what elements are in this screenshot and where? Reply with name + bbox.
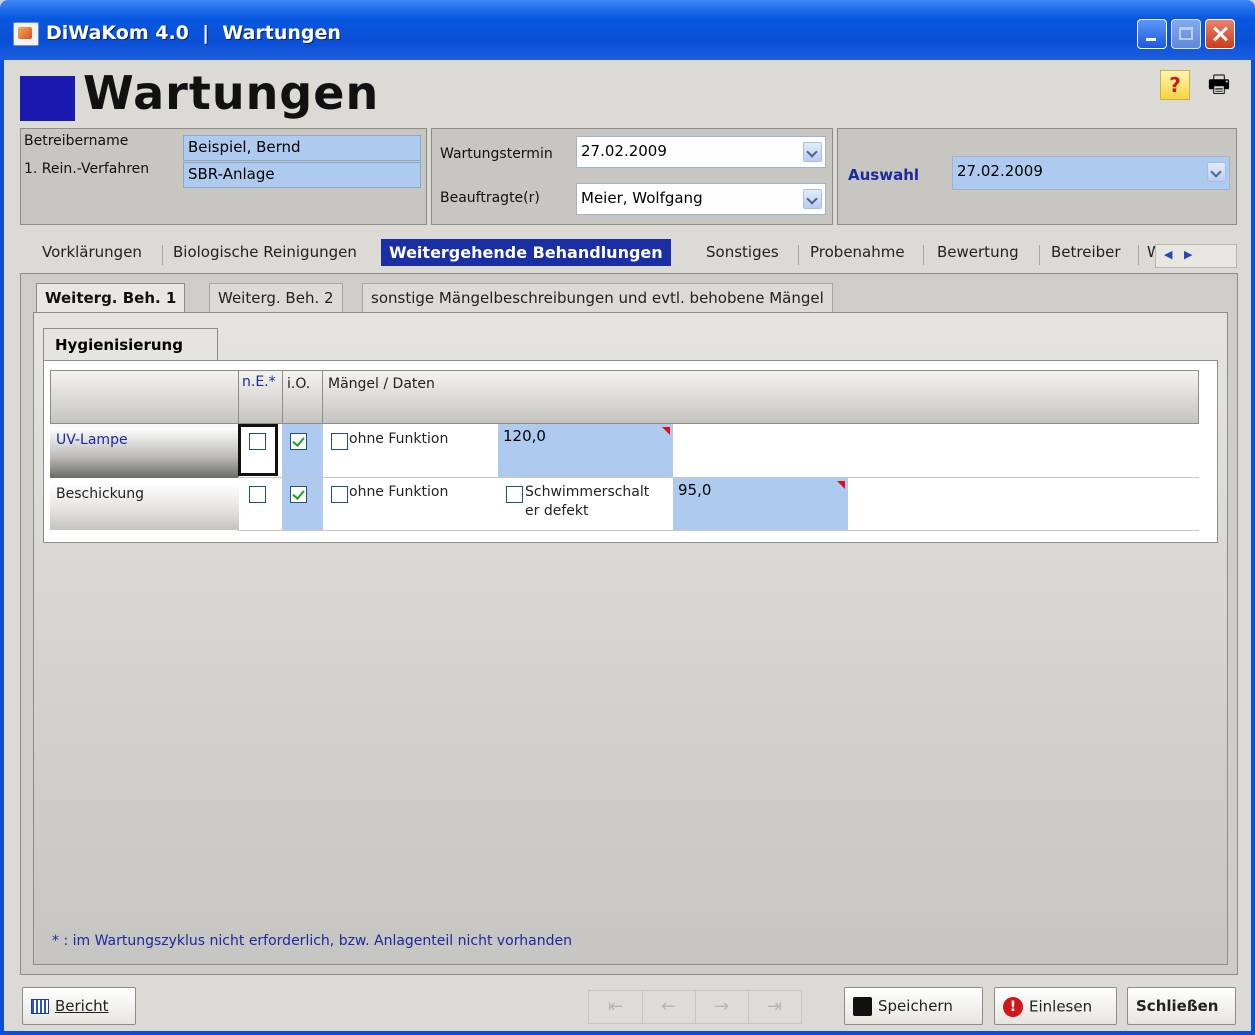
last-record-icon[interactable]: ⇥ <box>748 991 801 1023</box>
comment-marker-icon <box>837 481 845 489</box>
beschickung-no-function-checkbox[interactable] <box>331 486 348 503</box>
help-icon[interactable]: ? <box>1160 70 1190 100</box>
grid-header-io: i.O. <box>282 370 323 424</box>
uv-lampe-value: 120,0 <box>503 427 546 445</box>
maintenance-date-label: Wartungstermin <box>440 146 553 162</box>
chevron-down-icon[interactable] <box>1207 162 1226 182</box>
beschickung-value-field[interactable]: 95,0 <box>673 478 848 530</box>
selection-value: 27.02.2009 <box>957 162 1043 180</box>
uv-lampe-value-field[interactable]: 120,0 <box>498 424 673 478</box>
title-bar[interactable]: DiWaKom 4.0 | Wartungen <box>0 0 1255 60</box>
grid-header-defects: Mängel / Daten <box>322 370 1199 424</box>
report-button[interactable]: Bericht <box>22 987 136 1025</box>
app-icon <box>13 22 39 46</box>
uv-lampe-ne-checkbox[interactable] <box>249 433 266 450</box>
beschickung-no-function-label: ohne Funktion <box>349 484 449 500</box>
tab-probenahme[interactable]: Probenahme <box>810 243 905 261</box>
report-button-label: Bericht <box>55 997 109 1015</box>
page-title: Wartungen <box>83 66 380 120</box>
assignee-combo[interactable]: Meier, Wolfgang <box>576 183 826 215</box>
beschickung-float-switch-label-2: er defekt <box>525 503 589 519</box>
maintenance-date-value: 27.02.2009 <box>581 142 667 160</box>
maximize-button[interactable] <box>1171 19 1201 49</box>
next-record-icon[interactable]: → <box>695 991 749 1023</box>
chevron-down-icon[interactable] <box>803 142 822 162</box>
grid-header-defects-text: Mängel / Daten <box>328 376 435 392</box>
comment-marker-icon <box>662 427 670 435</box>
beschickung-float-switch-checkbox[interactable] <box>506 486 523 503</box>
assignee-value: Meier, Wolfgang <box>581 189 703 207</box>
uv-lampe-no-function-label: ohne Funktion <box>349 431 449 447</box>
row-divider <box>238 530 1199 531</box>
record-navigation: ⇤ ← → ⇥ <box>588 990 802 1024</box>
previous-record-icon[interactable]: ← <box>642 991 696 1023</box>
tab-biologische-reinigungen[interactable]: Biologische Reinigungen <box>173 243 357 261</box>
chevron-down-icon[interactable] <box>803 189 822 209</box>
grid-header-label-column <box>50 370 239 424</box>
selection-label: Auswahl <box>848 166 920 184</box>
close-button[interactable]: Schließen <box>1127 987 1236 1025</box>
tab-vorklaerungen[interactable]: Vorklärungen <box>42 243 142 261</box>
grid-row-beschickung-label[interactable]: Beschickung <box>50 478 239 530</box>
load-button[interactable]: ! Einlesen <box>994 987 1117 1025</box>
application-window: DiWaKom 4.0 | Wartungen Wartungen ? 🖶 Be… <box>0 0 1255 1035</box>
process-label: 1. Rein.-Verfahren <box>24 161 150 177</box>
floppy-disk-icon <box>853 997 872 1016</box>
printer-icon[interactable]: 🖶 <box>1203 68 1235 100</box>
beschickung-io-checkbox[interactable] <box>290 486 307 503</box>
subtab-weiterg-beh-1[interactable]: Weiterg. Beh. 1 <box>36 283 186 315</box>
tab-separator <box>1039 245 1040 265</box>
beschickung-float-switch-label-1: Schwimmerschalt <box>525 484 650 500</box>
grid-header-ne: n.E.* <box>238 370 283 424</box>
selection-combo[interactable]: 27.02.2009 <box>952 156 1230 190</box>
beschickung-ne-checkbox[interactable] <box>249 486 266 503</box>
save-button[interactable]: Speichern <box>844 987 983 1025</box>
scroll-right-icon[interactable]: ▶ <box>1184 248 1192 261</box>
tab-scroll-arrows: ◀ ▶ <box>1155 244 1237 268</box>
main-tab-strip: Vorklärungen Biologische Reinigungen Wei… <box>20 235 1238 275</box>
header-color-block <box>20 76 75 121</box>
report-icon <box>31 999 49 1014</box>
scroll-left-icon[interactable]: ◀ <box>1164 248 1172 261</box>
tab-separator <box>798 245 799 265</box>
tab-separator <box>923 245 924 265</box>
operator-label: Betreibername <box>24 133 129 149</box>
window-title: DiWaKom 4.0 | Wartungen <box>46 22 341 44</box>
tab-weitergehende-behandlungen[interactable]: Weitergehende Behandlungen <box>381 239 671 266</box>
process-field[interactable]: SBR-Anlage <box>183 162 421 188</box>
uv-lampe-no-function-checkbox[interactable] <box>331 433 348 450</box>
footnote: * : im Wartungszyklus nicht erforderlich… <box>52 933 572 949</box>
first-record-icon[interactable]: ⇤ <box>589 991 643 1023</box>
subtab-weiterg-beh-2[interactable]: Weiterg. Beh. 2 <box>209 283 343 313</box>
save-button-label: Speichern <box>878 997 953 1015</box>
beschickung-value: 95,0 <box>678 481 712 499</box>
grid-cell-focus[interactable] <box>238 424 278 476</box>
hygiene-grid: n.E.* i.O. Mängel / Daten UV-Lampe ohne … <box>43 360 1218 543</box>
tab-separator <box>162 245 163 265</box>
alert-icon: ! <box>1003 997 1023 1017</box>
maintenance-date-combo[interactable]: 27.02.2009 <box>576 136 826 168</box>
tab-separator <box>1138 245 1139 265</box>
load-button-label: Einlesen <box>1029 997 1093 1016</box>
subtab-sonstige-maengel[interactable]: sonstige Mängelbeschreibungen und evtl. … <box>362 283 833 313</box>
tab-bewertung[interactable]: Bewertung <box>937 243 1019 261</box>
assignee-label: Beauftragte(r) <box>440 190 540 206</box>
uv-lampe-io-checkbox[interactable] <box>290 433 307 450</box>
grid-row-uv-lampe-label[interactable]: UV-Lampe <box>50 424 239 478</box>
minimize-button[interactable] <box>1137 19 1167 49</box>
close-window-button[interactable] <box>1205 19 1235 49</box>
grid-header-ne-text: n.E.* <box>242 374 276 390</box>
operator-field[interactable]: Beispiel, Bernd <box>183 135 421 161</box>
tab-betreiber[interactable]: Betreiber <box>1051 243 1121 261</box>
section-tab-hygienisierung[interactable]: Hygienisierung <box>43 328 218 361</box>
grid-header-io-text: i.O. <box>287 376 311 392</box>
tab-sonstiges[interactable]: Sonstiges <box>706 243 779 261</box>
